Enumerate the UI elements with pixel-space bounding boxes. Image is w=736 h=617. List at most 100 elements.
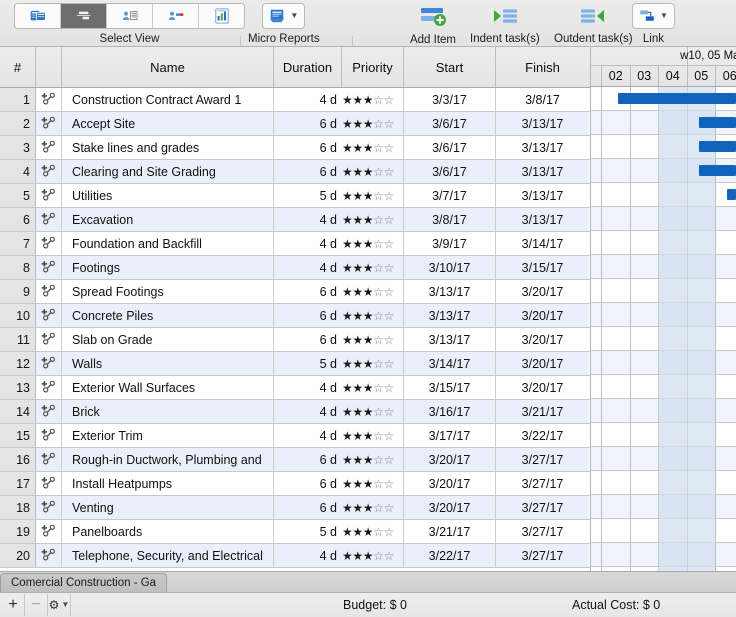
gantt-bar[interactable]: [699, 165, 736, 176]
link-button[interactable]: ▼: [632, 3, 675, 29]
cell-task-name[interactable]: Venting: [62, 496, 274, 519]
cell-task-name[interactable]: Spread Footings: [62, 280, 274, 303]
cell-finish-date[interactable]: 3/13/17: [496, 184, 589, 207]
priority-stars[interactable]: ★★★☆☆: [342, 502, 394, 514]
table-row[interactable]: 9 Spread Footings 6 d ★★★☆☆ 3/13/17 3/20/17: [0, 280, 590, 304]
cell-priority[interactable]: ★★★☆☆: [342, 400, 404, 423]
cell-duration[interactable]: 5 d: [274, 184, 342, 207]
cell-task-name[interactable]: Walls: [62, 352, 274, 375]
cell-duration[interactable]: 6 d: [274, 448, 342, 471]
cell-start-date[interactable]: 3/13/17: [404, 280, 496, 303]
table-row[interactable]: 13 Exterior Wall Surfaces 4 d ★★★☆☆ 3/15/17 3…: [0, 376, 590, 400]
micro-reports-button[interactable]: ▼: [262, 3, 306, 29]
priority-stars[interactable]: ★★★☆☆: [342, 142, 394, 154]
cell-duration[interactable]: 6 d: [274, 136, 342, 159]
cell-link-handle[interactable]: [36, 424, 62, 447]
cell-start-date[interactable]: 3/10/17: [404, 256, 496, 279]
cell-link-handle[interactable]: [36, 256, 62, 279]
cell-task-name[interactable]: Utilities: [62, 184, 274, 207]
table-row[interactable]: 17 Install Heatpumps 6 d ★★★☆☆ 3/20/17 3/27/1…: [0, 472, 590, 496]
select-view-segmented-control[interactable]: [14, 3, 245, 29]
table-row[interactable]: 20 Telephone, Security, and Electrical 4 d…: [0, 544, 590, 568]
cell-start-date[interactable]: 3/6/17: [404, 136, 496, 159]
cell-duration[interactable]: 6 d: [274, 496, 342, 519]
cell-link-handle[interactable]: [36, 112, 62, 135]
cell-priority[interactable]: ★★★☆☆: [342, 448, 404, 471]
priority-stars[interactable]: ★★★☆☆: [342, 262, 394, 274]
table-row[interactable]: 8 Footings 4 d ★★★☆☆ 3/10/17 3/15/17: [0, 256, 590, 280]
cell-finish-date[interactable]: 3/27/17: [496, 472, 589, 495]
priority-stars[interactable]: ★★★☆☆: [342, 238, 394, 250]
gantt-bar[interactable]: [618, 93, 736, 104]
cell-start-date[interactable]: 3/13/17: [404, 328, 496, 351]
cell-duration[interactable]: 4 d: [274, 208, 342, 231]
cell-priority[interactable]: ★★★☆☆: [342, 280, 404, 303]
cell-finish-date[interactable]: 3/27/17: [496, 448, 589, 471]
cell-link-handle[interactable]: [36, 520, 62, 543]
cell-link-handle[interactable]: [36, 160, 62, 183]
cell-duration[interactable]: 6 d: [274, 160, 342, 183]
cell-task-name[interactable]: Telephone, Security, and Electrical: [62, 544, 274, 567]
cell-task-name[interactable]: Clearing and Site Grading: [62, 160, 274, 183]
cell-link-handle[interactable]: [36, 376, 62, 399]
cell-start-date[interactable]: 3/13/17: [404, 304, 496, 327]
cell-link-handle[interactable]: [36, 544, 62, 567]
cell-finish-date[interactable]: 3/8/17: [496, 88, 589, 111]
column-header-number[interactable]: #: [0, 47, 36, 87]
cell-link-handle[interactable]: [36, 232, 62, 255]
cell-priority[interactable]: ★★★☆☆: [342, 232, 404, 255]
cell-start-date[interactable]: 3/8/17: [404, 208, 496, 231]
cell-duration[interactable]: 6 d: [274, 280, 342, 303]
cell-finish-date[interactable]: 3/20/17: [496, 304, 589, 327]
cell-finish-date[interactable]: 3/20/17: [496, 376, 589, 399]
cell-finish-date[interactable]: 3/13/17: [496, 160, 589, 183]
column-header-name[interactable]: Name: [62, 47, 274, 87]
priority-stars[interactable]: ★★★☆☆: [342, 334, 394, 346]
gear-chevron-down-icon[interactable]: ▼: [61, 601, 69, 609]
table-row[interactable]: 18 Venting 6 d ★★★☆☆ 3/20/17 3/27/17: [0, 496, 590, 520]
cell-task-name[interactable]: Concrete Piles: [62, 304, 274, 327]
cell-task-name[interactable]: Exterior Wall Surfaces: [62, 376, 274, 399]
cell-link-handle[interactable]: [36, 448, 62, 471]
cell-task-name[interactable]: Footings: [62, 256, 274, 279]
cell-priority[interactable]: ★★★☆☆: [342, 376, 404, 399]
column-header-duration[interactable]: Duration: [274, 47, 342, 87]
priority-stars[interactable]: ★★★☆☆: [342, 190, 394, 202]
cell-priority[interactable]: ★★★☆☆: [342, 256, 404, 279]
cell-priority[interactable]: ★★★☆☆: [342, 520, 404, 543]
cell-finish-date[interactable]: 3/13/17: [496, 112, 589, 135]
cell-priority[interactable]: ★★★☆☆: [342, 304, 404, 327]
table-row[interactable]: 15 Exterior Trim 4 d ★★★☆☆ 3/17/17 3/22/17: [0, 424, 590, 448]
priority-stars[interactable]: ★★★☆☆: [342, 286, 394, 298]
cell-task-name[interactable]: Exterior Trim: [62, 424, 274, 447]
cell-priority[interactable]: ★★★☆☆: [342, 328, 404, 351]
cell-duration[interactable]: 4 d: [274, 400, 342, 423]
cell-link-handle[interactable]: [36, 136, 62, 159]
column-header-start[interactable]: Start: [404, 47, 496, 87]
cell-task-name[interactable]: Brick: [62, 400, 274, 423]
table-row[interactable]: 5 Utilities 5 d ★★★☆☆ 3/7/17 3/13/17: [0, 184, 590, 208]
cell-finish-date[interactable]: 3/20/17: [496, 280, 589, 303]
view-resource-list-button[interactable]: [107, 4, 153, 28]
cell-link-handle[interactable]: [36, 496, 62, 519]
priority-stars[interactable]: ★★★☆☆: [342, 214, 394, 226]
priority-stars[interactable]: ★★★☆☆: [342, 94, 394, 106]
settings-gear-button[interactable]: ⚙ ▼: [48, 594, 71, 616]
cell-duration[interactable]: 4 d: [274, 424, 342, 447]
cell-start-date[interactable]: 3/6/17: [404, 160, 496, 183]
add-item-button[interactable]: [405, 3, 461, 29]
priority-stars[interactable]: ★★★☆☆: [342, 166, 394, 178]
table-row[interactable]: 16 Rough-in Ductwork, Plumbing and 6 d ★★★☆…: [0, 448, 590, 472]
micro-reports-chevron-down-icon[interactable]: ▼: [290, 12, 298, 20]
priority-stars[interactable]: ★★★☆☆: [342, 478, 394, 490]
cell-duration[interactable]: 4 d: [274, 88, 342, 111]
view-resource-usage-button[interactable]: [153, 4, 199, 28]
priority-stars[interactable]: ★★★☆☆: [342, 454, 394, 466]
cell-duration[interactable]: 6 d: [274, 472, 342, 495]
add-row-button[interactable]: +: [2, 594, 25, 616]
cell-finish-date[interactable]: 3/13/17: [496, 208, 589, 231]
cell-link-handle[interactable]: [36, 400, 62, 423]
cell-priority[interactable]: ★★★☆☆: [342, 160, 404, 183]
gantt-bar[interactable]: [727, 189, 736, 200]
column-header-finish[interactable]: Finish: [496, 47, 589, 87]
